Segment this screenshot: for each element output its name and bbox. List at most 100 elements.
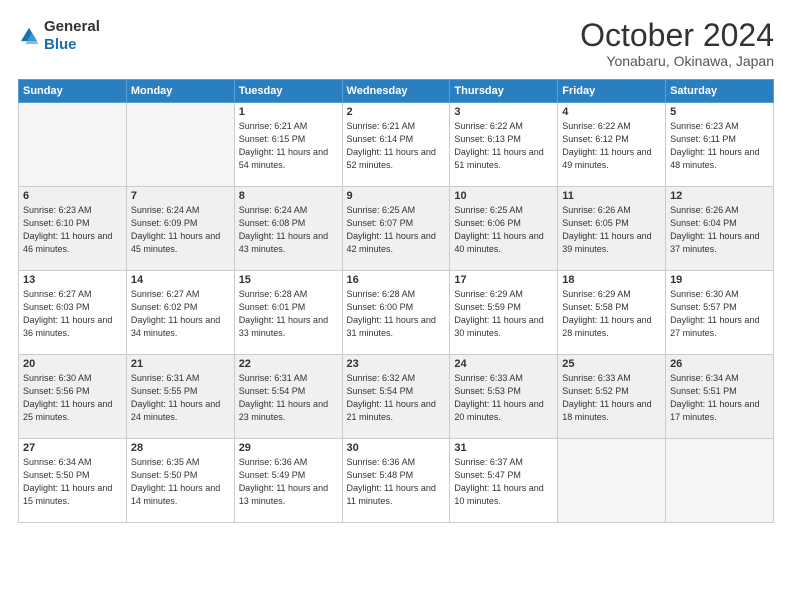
sunset-text: Sunset: 5:48 PM xyxy=(347,470,414,480)
header: General Blue October 2024 Yonabaru, Okin… xyxy=(18,18,774,69)
day-number: 13 xyxy=(23,274,122,286)
sunrise-text: Sunrise: 6:31 AM xyxy=(239,373,308,383)
sunset-text: Sunset: 5:55 PM xyxy=(131,386,198,396)
daylight-text: Daylight: 11 hours and 17 minutes. xyxy=(670,399,759,422)
sunrise-text: Sunrise: 6:21 AM xyxy=(239,121,308,131)
table-row: 1Sunrise: 6:21 AMSunset: 6:15 PMDaylight… xyxy=(234,103,342,187)
logo-icon xyxy=(18,25,40,47)
table-row: 18 Sunrise: 6:29 AM Sunset: 5:58 PM Dayligh… xyxy=(558,271,666,355)
cell-info: Sunrise: 6:30 AMSunset: 5:56 PMDaylight:… xyxy=(23,372,122,424)
sunset-text: Sunset: 6:10 PM xyxy=(23,218,90,228)
cell-info: Sunrise: 6:32 AMSunset: 5:54 PMDaylight:… xyxy=(347,372,446,424)
sunset-text: Sunset: 6:01 PM xyxy=(239,302,306,312)
day-number: 2 xyxy=(347,106,446,118)
sunset-text: Sunset: 5:59 PM xyxy=(454,302,521,312)
daylight-text: Daylight: 11 hours and 36 minutes. xyxy=(23,315,112,338)
sunrise-text: Sunrise: 6:21 AM xyxy=(347,121,416,131)
daylight-text: Daylight: 11 hours and 34 minutes. xyxy=(131,315,220,338)
table-row: 25Sunrise: 6:33 AMSunset: 5:52 PMDayligh… xyxy=(558,355,666,439)
sunset-text: Sunset: 6:04 PM xyxy=(670,218,737,228)
sunset-text: Sunset: 5:51 PM xyxy=(670,386,737,396)
calendar-week-row: 13Sunrise: 6:27 AMSunset: 6:03 PMDayligh… xyxy=(19,271,774,355)
table-row: 31Sunrise: 6:37 AMSunset: 5:47 PMDayligh… xyxy=(450,439,558,523)
daylight-text: Daylight: 11 hours and 24 minutes. xyxy=(131,399,220,422)
day-number: 18 xyxy=(562,274,661,286)
table-row: 4Sunrise: 6:22 AMSunset: 6:12 PMDaylight… xyxy=(558,103,666,187)
sunrise-text: Sunrise: 6:26 AM xyxy=(562,205,631,215)
sunset-text: Sunset: 6:15 PM xyxy=(239,134,306,144)
sunset-text: Sunset: 5:49 PM xyxy=(239,470,306,480)
sunrise-text: Sunrise: 6:30 AM xyxy=(670,289,739,299)
cell-info: Sunrise: 6:22 AMSunset: 6:13 PMDaylight:… xyxy=(454,120,553,172)
sunrise-text: Sunrise: 6:23 AM xyxy=(23,205,92,215)
table-row: 22Sunrise: 6:31 AMSunset: 5:54 PMDayligh… xyxy=(234,355,342,439)
cell-info: Sunrise: 6:29 AM Sunset: 5:59 PM Daylight:… xyxy=(454,288,553,340)
daylight-text: Daylight: 11 hours and 18 minutes. xyxy=(562,399,651,422)
cell-info: Sunrise: 6:21 AMSunset: 6:15 PMDaylight:… xyxy=(239,120,338,172)
table-row: 19Sunrise: 6:30 AMSunset: 5:57 PMDayligh… xyxy=(666,271,774,355)
sunset-text: Sunset: 5:57 PM xyxy=(670,302,737,312)
logo: General Blue xyxy=(18,18,100,54)
table-row: 8Sunrise: 6:24 AMSunset: 6:08 PMDaylight… xyxy=(234,187,342,271)
daylight-text: Daylight: 11 hours and 11 minutes. xyxy=(347,483,436,506)
daylight-text: Daylight: 11 hours and 23 minutes. xyxy=(239,399,328,422)
sunset-text: Sunset: 5:47 PM xyxy=(454,470,521,480)
daylight-text: Daylight: 11 hours and 10 minutes. xyxy=(454,483,543,506)
day-number: 23 xyxy=(347,358,446,370)
cell-info: Sunrise: 6:31 AM Sunset: 5:55 PM Daylight:… xyxy=(131,372,230,424)
sunrise-text: Sunrise: 6:24 AM xyxy=(131,205,200,215)
table-row: 2Sunrise: 6:21 AMSunset: 6:14 PMDaylight… xyxy=(342,103,450,187)
table-row: 17Sunrise: 6:29 AMSunset: 5:59 PMDayligh… xyxy=(450,271,558,355)
table-row: 26Sunrise: 6:34 AMSunset: 5:51 PMDayligh… xyxy=(666,355,774,439)
cell-info: Sunrise: 6:26 AMSunset: 6:04 PMDaylight:… xyxy=(670,204,769,256)
daylight-text: Daylight: 11 hours and 39 minutes. xyxy=(562,231,651,254)
daylight-text: Daylight: 11 hours and 21 minutes. xyxy=(347,399,436,422)
sunset-text: Sunset: 6:07 PM xyxy=(347,218,414,228)
sunrise-text: Sunrise: 6:22 AM xyxy=(454,121,523,131)
table-row xyxy=(666,439,774,523)
sunset-text: Sunset: 5:54 PM xyxy=(239,386,306,396)
col-saturday: Saturday xyxy=(666,80,774,103)
day-number: 29 xyxy=(239,442,338,454)
sunset-text: Sunset: 6:03 PM xyxy=(23,302,90,312)
sunrise-text: Sunrise: 6:35 AM xyxy=(131,457,200,467)
sunset-text: Sunset: 6:14 PM xyxy=(347,134,414,144)
table-row: 11 Sunrise: 6:26 AMSunset: 6:05 PMDayligh… xyxy=(558,187,666,271)
table-row: 6Sunrise: 6:23 AMSunset: 6:10 PMDaylight… xyxy=(19,187,127,271)
cell-info: Sunrise: 6:26 AMSunset: 6:05 PMDaylight:… xyxy=(562,204,661,256)
daylight-text: Daylight: 11 hours and 31 minutes. xyxy=(347,315,436,338)
daylight-text: Daylight: 11 hours and 33 minutes. xyxy=(239,315,328,338)
sunrise-text: Sunrise: 6:29 AM xyxy=(454,289,523,299)
daylight-text: Daylight: 11 hours and 46 minutes. xyxy=(23,231,112,254)
month-title: October 2024 xyxy=(580,18,774,53)
page: General Blue October 2024 Yonabaru, Okin… xyxy=(0,0,792,612)
sunrise-text: Sunrise: 6:36 AM xyxy=(347,457,416,467)
daylight-text: Daylight: 11 hours and 30 minutes. xyxy=(454,315,543,338)
title-block: October 2024 Yonabaru, Okinawa, Japan xyxy=(580,18,774,69)
calendar-header-row: Sunday Monday Tuesday Wednesday Thursday… xyxy=(19,80,774,103)
sunrise-text: Sunrise: 6:28 AM xyxy=(239,289,308,299)
sunset-text: Sunset: 5:50 PM xyxy=(23,470,90,480)
col-friday: Friday xyxy=(558,80,666,103)
sunset-text: Sunset: 6:08 PM xyxy=(239,218,306,228)
table-row: 27Sunrise: 6:34 AMSunset: 5:50 PMDayligh… xyxy=(19,439,127,523)
day-number: 26 xyxy=(670,358,769,370)
cell-info: Sunrise: 6:27 AMSunset: 6:02 PMDaylight:… xyxy=(131,288,230,340)
day-number: 11 xyxy=(562,190,661,202)
daylight-text: Daylight: 11 hours and 28 minutes. xyxy=(562,315,651,338)
cell-info: Sunrise: 6:33 AMSunset: 5:52 PMDaylight:… xyxy=(562,372,661,424)
sunrise-text: Sunrise: 6:22 AM xyxy=(562,121,631,131)
sunset-text: Sunset: 6:09 PM xyxy=(131,218,198,228)
sunset-text: Sunset: 5:53 PM xyxy=(454,386,521,396)
sunrise-text: Sunrise: 6:31 AM xyxy=(131,373,200,383)
sunset-text: Sunset: 6:00 PM xyxy=(347,302,414,312)
logo-general: General xyxy=(44,18,100,35)
table-row: 24Sunrise: 6:33 AMSunset: 5:53 PMDayligh… xyxy=(450,355,558,439)
cell-info: Sunrise: 6:25 AMSunset: 6:06 PMDaylight:… xyxy=(454,204,553,256)
cell-info: Sunrise: 6:34 AMSunset: 5:50 PMDaylight:… xyxy=(23,456,122,508)
col-wednesday: Wednesday xyxy=(342,80,450,103)
sunset-text: Sunset: 6:02 PM xyxy=(131,302,198,312)
sunset-text: Sunset: 5:58 PM xyxy=(562,302,629,312)
sunrise-text: Sunrise: 6:29 AM xyxy=(562,289,631,299)
cell-info: Sunrise: 6:36 AMSunset: 5:49 PMDaylight:… xyxy=(239,456,338,508)
